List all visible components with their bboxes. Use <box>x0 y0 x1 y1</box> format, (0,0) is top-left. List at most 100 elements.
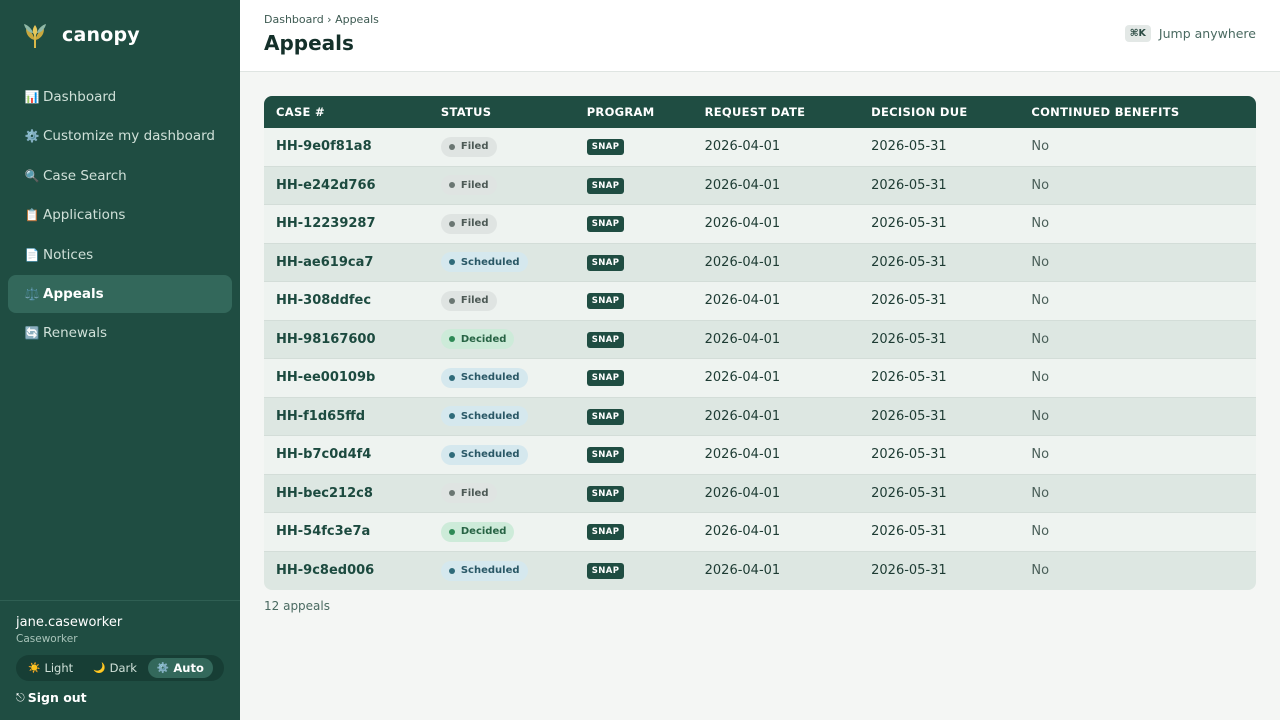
continued-benefits-cell: No <box>1019 243 1256 282</box>
case-link[interactable]: HH-308ddfec <box>276 293 371 308</box>
case-link[interactable]: HH-12239287 <box>276 216 376 231</box>
theme-option-label: Dark <box>109 661 137 675</box>
status-cell: Filed <box>428 166 575 205</box>
case-link[interactable]: HH-f1d65ffd <box>276 409 365 424</box>
status-dot-icon <box>448 451 455 458</box>
status-label: Filed <box>460 218 489 230</box>
sidebar-item-label: Case Search <box>43 167 127 184</box>
status-label: Scheduled <box>460 449 520 461</box>
theme-option-dark[interactable]: 🌙 Dark <box>84 658 146 678</box>
auto-theme-icon: ⚙️ <box>156 662 170 674</box>
case-link[interactable]: HH-54fc3e7a <box>276 524 370 539</box>
table-row[interactable]: HH-f1d65ffd Scheduled SNAP 2026-04-01 2026-0… <box>264 397 1256 436</box>
status-cell: Decided <box>428 513 575 552</box>
status-badge: Scheduled <box>440 406 528 427</box>
column-header[interactable]: STATUS <box>428 96 575 128</box>
table-row[interactable]: HH-12239287 Filed SNAP 2026-04-01 2026-05-31… <box>264 205 1256 244</box>
case-link[interactable]: HH-b7c0d4f4 <box>276 447 371 462</box>
column-header[interactable]: PROGRAM <box>574 96 693 128</box>
sidebar-item-appeals[interactable]: ⚖️ Appeals <box>8 274 232 313</box>
table-row[interactable]: HH-ee00109b Scheduled SNAP 2026-04-01 2026-0… <box>264 359 1256 398</box>
appeals-icon: ⚖️ <box>24 286 40 301</box>
table-row[interactable]: HH-98167600 Decided SNAP 2026-04-01 2026-05-… <box>264 320 1256 359</box>
appeals-count: 12 appeals <box>264 599 330 613</box>
sidebar-item-applications[interactable]: 📋 Applications <box>8 196 232 234</box>
brand-logo[interactable]: canopy <box>22 20 140 50</box>
dark-theme-icon: 🌙 <box>93 662 106 674</box>
program-cell: SNAP <box>574 551 693 590</box>
sidebar-item-renewals[interactable]: 🔄 Renewals <box>8 314 232 352</box>
program-badge: SNAP <box>586 370 625 387</box>
program-badge: SNAP <box>586 447 625 464</box>
keyboard-shortcut-badge: ⌘K <box>1124 25 1151 42</box>
table-row[interactable]: HH-308ddfec Filed SNAP 2026-04-01 2026-05-31… <box>264 282 1256 321</box>
theme-option-light[interactable]: ☀️ Light <box>19 658 82 678</box>
case-link[interactable]: HH-9c8ed006 <box>276 563 374 578</box>
page-header: Dashboard › Appeals Appeals ⌘K Jump anyw… <box>240 0 1280 72</box>
column-header[interactable]: CONTINUED BENEFITS <box>1019 96 1256 128</box>
request-date-cell: 2026-04-01 <box>692 436 860 475</box>
sidebar-item-customize-my-dashboard[interactable]: ⚙️ Customize my dashboard <box>8 117 232 155</box>
decision-due-cell: 2026-05-31 <box>859 474 1020 513</box>
sidebar-item-dashboard[interactable]: 📊 Dashboard <box>8 78 232 116</box>
case-cell: HH-9c8ed006 <box>264 551 429 590</box>
table-row[interactable]: HH-bec212c8 Filed SNAP 2026-04-01 2026-05-31… <box>264 474 1256 513</box>
column-header[interactable]: CASE # <box>264 96 429 128</box>
program-badge: SNAP <box>586 177 625 194</box>
sidebar-item-case-search[interactable]: 🔍 Case Search <box>8 157 232 195</box>
decision-due-cell: 2026-05-31 <box>859 513 1020 552</box>
case-link[interactable]: HH-ee00109b <box>276 370 375 385</box>
table-row[interactable]: HH-9e0f81a8 Filed SNAP 2026-04-01 2026-05-31… <box>264 128 1256 167</box>
table-row[interactable]: HH-e242d766 Filed SNAP 2026-04-01 2026-05-31… <box>264 166 1256 205</box>
case-link[interactable]: HH-9e0f81a8 <box>276 139 372 154</box>
decision-due-cell: 2026-05-31 <box>859 320 1020 359</box>
notices-icon: 📄 <box>24 247 40 262</box>
status-label: Filed <box>460 141 489 153</box>
status-label: Filed <box>460 487 489 499</box>
appeals-table: CASE # STATUS PROGRAM REQUEST DATE DECISION … <box>264 96 1256 590</box>
case-link[interactable]: HH-98167600 <box>276 332 376 347</box>
status-cell: Filed <box>428 205 575 244</box>
status-label: Scheduled <box>460 410 520 422</box>
decision-due-cell: 2026-05-31 <box>859 436 1020 475</box>
status-dot-icon <box>448 413 455 420</box>
table-row[interactable]: HH-9c8ed006 Scheduled SNAP 2026-04-01 2026-0… <box>264 551 1256 590</box>
column-header[interactable]: DECISION DUE <box>859 96 1020 128</box>
status-dot-icon <box>448 220 455 227</box>
table-row[interactable]: HH-54fc3e7a Decided SNAP 2026-04-01 2026-05-… <box>264 513 1256 552</box>
case-link[interactable]: HH-bec212c8 <box>276 486 373 501</box>
program-badge: SNAP <box>586 524 625 541</box>
sign-out-button[interactable]: ⎋ Sign out <box>16 690 87 705</box>
case-link[interactable]: HH-ae619ca7 <box>276 255 373 270</box>
continued-benefits-cell: No <box>1019 551 1256 590</box>
case-cell: HH-54fc3e7a <box>264 513 429 552</box>
user-role: Caseworker <box>16 633 78 645</box>
renewals-icon: 🔄 <box>24 326 40 341</box>
continued-benefits-cell: No <box>1019 320 1256 359</box>
case-cell: HH-b7c0d4f4 <box>264 436 429 475</box>
sidebar-item-label: Dashboard <box>43 89 117 105</box>
status-badge: Decided <box>440 329 515 350</box>
breadcrumb[interactable]: Dashboard › Appeals <box>264 13 379 26</box>
case-link[interactable]: HH-e242d766 <box>276 178 376 193</box>
theme-option-auto[interactable]: ⚙️ Auto <box>147 658 213 678</box>
program-badge: SNAP <box>586 331 625 348</box>
status-label: Decided <box>460 526 507 538</box>
status-dot-icon <box>448 374 455 381</box>
sign-out-icon: ⎋ <box>16 690 25 704</box>
request-date-cell: 2026-04-01 <box>692 320 860 359</box>
request-date-cell: 2026-04-01 <box>692 282 860 321</box>
request-date-cell: 2026-04-01 <box>692 359 860 398</box>
status-dot-icon <box>448 567 455 574</box>
continued-benefits-cell: No <box>1019 128 1256 167</box>
user-name: jane.caseworker <box>16 615 123 630</box>
column-header[interactable]: REQUEST DATE <box>692 96 860 128</box>
request-date-cell: 2026-04-01 <box>692 166 860 205</box>
table-body: HH-9e0f81a8 Filed SNAP 2026-04-01 2026-05-31… <box>264 128 1256 590</box>
table-row[interactable]: HH-ae619ca7 Scheduled SNAP 2026-04-01 2026-0… <box>264 243 1256 282</box>
case-cell: HH-e242d766 <box>264 166 429 205</box>
jump-anywhere-button[interactable]: ⌘K Jump anywhere <box>1124 25 1256 42</box>
sidebar-item-notices[interactable]: 📄 Notices <box>8 236 232 274</box>
table-row[interactable]: HH-b7c0d4f4 Scheduled SNAP 2026-04-01 2026-0… <box>264 436 1256 475</box>
program-cell: SNAP <box>574 243 693 282</box>
